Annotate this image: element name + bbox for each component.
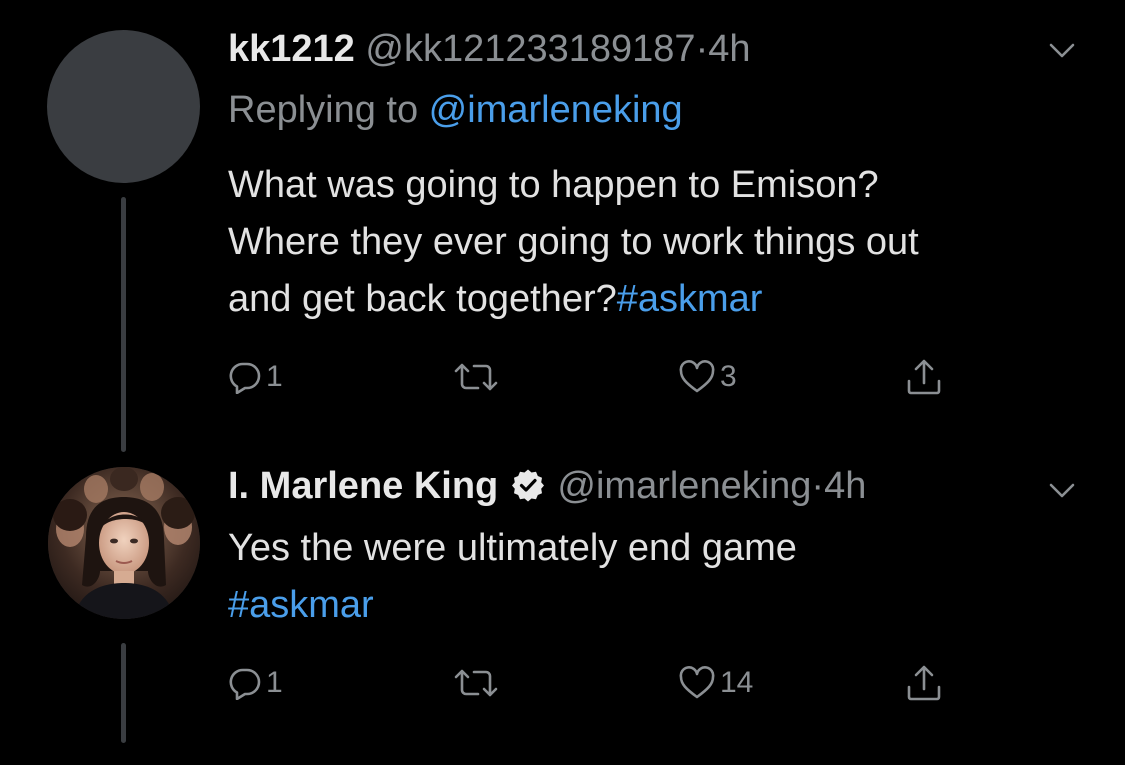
like-button[interactable]: 3 [678, 352, 737, 402]
separator-dot: · [695, 28, 709, 70]
like-count: 3 [720, 360, 737, 393]
tweet-text-line: Yes the were ultimately end game [228, 527, 797, 569]
tweet[interactable]: I. Marlene King @imarleneking·4h Yes the… [0, 450, 1125, 765]
reply-icon [228, 666, 262, 700]
tweet-text: Yes the were ultimately end game #askmar [228, 520, 1108, 634]
tweet-header: I. Marlene King @imarleneking·4h [228, 462, 866, 514]
tweet-time[interactable]: 4h [824, 465, 866, 507]
like-icon [678, 666, 716, 700]
reply-count: 1 [266, 666, 283, 699]
chevron-down-icon[interactable] [1047, 475, 1077, 505]
reply-count: 1 [266, 360, 283, 393]
tweet-text-line: Where they ever going to work things out [228, 221, 919, 263]
author-name[interactable]: I. Marlene King [228, 465, 498, 507]
reply-button[interactable]: 1 [228, 352, 283, 402]
retweet-button[interactable] [452, 352, 504, 402]
retweet-icon [452, 666, 500, 700]
reply-button[interactable]: 1 [228, 658, 283, 708]
verified-badge-icon [511, 466, 545, 514]
hashtag-link[interactable]: #askmar [617, 278, 763, 320]
tweet-text-line: and get back together? [228, 278, 617, 320]
share-icon [904, 663, 944, 703]
reply-icon [228, 360, 262, 394]
author-handle[interactable]: @imarleneking [557, 465, 811, 507]
like-count: 14 [720, 666, 754, 699]
tweet-actions: 1 3 [228, 352, 988, 402]
author-name[interactable]: kk1212 [228, 28, 355, 70]
tweet-header: kk1212 @kk121233189187·4h [228, 25, 751, 73]
share-button[interactable] [904, 658, 944, 708]
mention-link[interactable]: @imarleneking [429, 89, 683, 131]
like-button[interactable]: 14 [678, 658, 753, 708]
share-icon [904, 357, 944, 397]
thread-line [121, 643, 126, 743]
avatar[interactable] [48, 467, 200, 619]
retweet-button[interactable] [452, 658, 504, 708]
share-button[interactable] [904, 352, 944, 402]
thread-line [121, 197, 126, 452]
replying-label: Replying to [228, 89, 429, 131]
tweet-text: What was going to happen to Emison? Wher… [228, 157, 1108, 328]
tweet[interactable]: kk1212 @kk121233189187·4h Replying to @i… [0, 0, 1125, 452]
replying-to: Replying to @imarleneking [228, 86, 683, 134]
hashtag-link[interactable]: #askmar [228, 577, 1108, 634]
tweet-time[interactable]: 4h [708, 28, 750, 70]
chevron-down-icon[interactable] [1047, 35, 1077, 65]
tweet-text-line: What was going to happen to Emison? [228, 164, 879, 206]
tweet-actions: 1 14 [228, 658, 988, 708]
retweet-icon [452, 360, 500, 394]
author-handle[interactable]: @kk121233189187 [365, 28, 695, 70]
avatar[interactable] [47, 30, 200, 183]
like-icon [678, 360, 716, 394]
separator-dot: · [811, 465, 825, 507]
